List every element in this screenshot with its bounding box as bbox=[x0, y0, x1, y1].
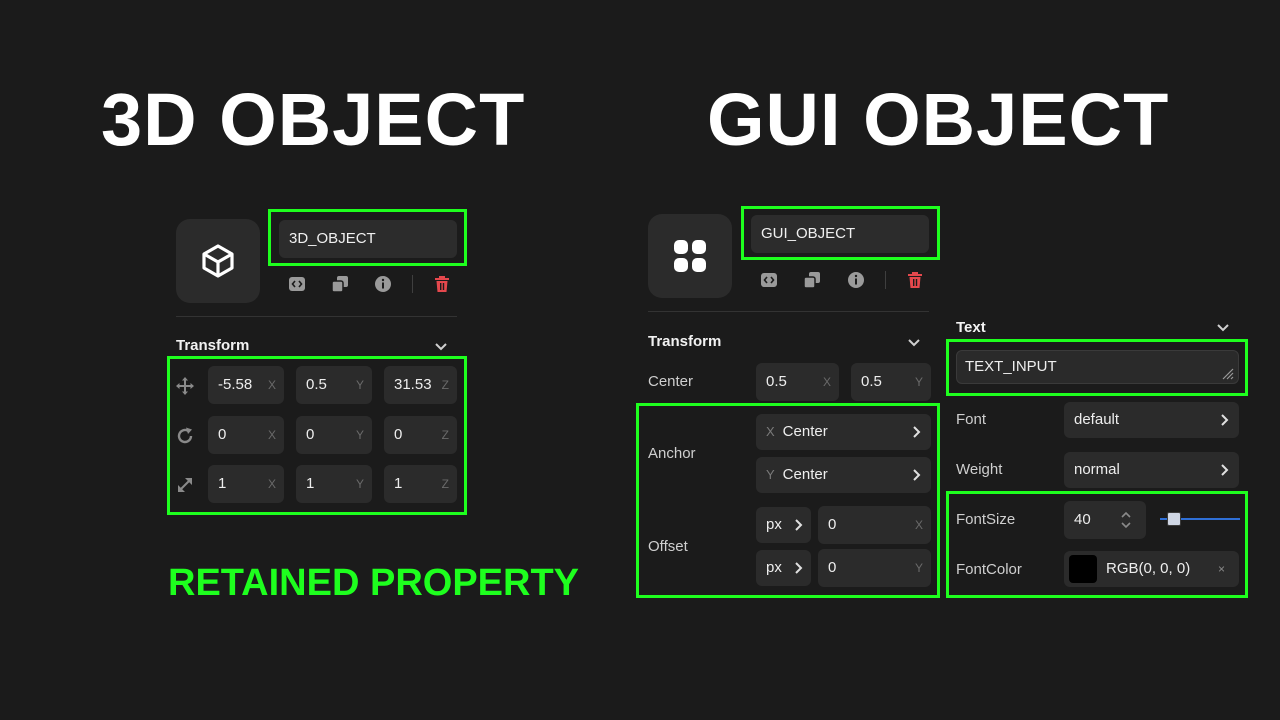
rotation-x-field[interactable]: 0X bbox=[208, 416, 284, 454]
weight-select[interactable]: normal bbox=[1064, 452, 1239, 488]
object-thumbnail bbox=[176, 219, 260, 303]
toolbar-separator bbox=[885, 271, 886, 289]
object-thumbnail bbox=[648, 214, 732, 298]
center-label: Center bbox=[648, 373, 694, 390]
fontcolor-label: FontColor bbox=[956, 561, 1022, 578]
heading-gui-object: GUI OBJECT bbox=[707, 78, 1170, 161]
font-select[interactable]: default bbox=[1064, 402, 1239, 438]
transform-section-title: Transform bbox=[176, 337, 250, 354]
move-icon bbox=[176, 377, 194, 395]
scale-z-field[interactable]: 1Z bbox=[384, 465, 457, 503]
trash-icon[interactable] bbox=[433, 275, 451, 293]
center-y-field[interactable]: 0.5 Y bbox=[851, 363, 931, 401]
cube-icon bbox=[202, 244, 234, 278]
trash-icon[interactable] bbox=[906, 271, 924, 289]
text-section-title: Text bbox=[956, 319, 986, 336]
color-swatch[interactable] bbox=[1069, 555, 1097, 583]
chevron-right-icon bbox=[913, 426, 921, 438]
code-icon[interactable] bbox=[288, 275, 306, 293]
offset-label: Offset bbox=[648, 538, 688, 555]
scale-x-field[interactable]: 1X bbox=[208, 465, 284, 503]
chevron-down-icon[interactable] bbox=[906, 334, 922, 350]
center-x-field[interactable]: 0.5 X bbox=[756, 363, 839, 401]
position-y-field[interactable]: 0.5 Y bbox=[296, 366, 372, 404]
grid-icon bbox=[674, 240, 706, 272]
chevron-down-icon[interactable] bbox=[433, 338, 449, 354]
fontsize-label: FontSize bbox=[956, 511, 1016, 528]
stepper-arrows-icon[interactable] bbox=[1120, 510, 1132, 530]
code-icon[interactable] bbox=[760, 271, 778, 289]
scale-icon bbox=[178, 478, 192, 492]
clear-icon[interactable]: × bbox=[1218, 551, 1225, 587]
anchor-label: Anchor bbox=[648, 445, 696, 462]
text-input[interactable]: TEXT_INPUT bbox=[956, 350, 1239, 384]
fontsize-slider-thumb[interactable] bbox=[1166, 512, 1181, 526]
divider bbox=[176, 316, 457, 317]
info-icon[interactable] bbox=[847, 271, 865, 289]
chevron-right-icon bbox=[795, 519, 803, 531]
anchor-x-select[interactable]: X Center bbox=[756, 414, 931, 450]
rotate-icon bbox=[177, 427, 193, 444]
font-label: Font bbox=[956, 411, 987, 428]
rotation-y-field[interactable]: 0Y bbox=[296, 416, 372, 454]
duplicate-icon[interactable] bbox=[331, 275, 349, 293]
rotation-z-field[interactable]: 0Z bbox=[384, 416, 457, 454]
offset-y-unit-select[interactable]: px bbox=[756, 550, 811, 586]
offset-y-field[interactable]: 0Y bbox=[818, 549, 931, 587]
object-name-input[interactable]: 3D_OBJECT bbox=[279, 220, 457, 258]
toolbar-separator bbox=[412, 275, 413, 293]
chevron-right-icon bbox=[1221, 464, 1229, 476]
offset-x-field[interactable]: 0X bbox=[818, 506, 931, 544]
fontsize-stepper[interactable]: 40 bbox=[1064, 501, 1146, 539]
heading-3d-object: 3D OBJECT bbox=[101, 78, 526, 161]
scale-y-field[interactable]: 1Y bbox=[296, 465, 372, 503]
weight-label: Weight bbox=[956, 461, 1003, 478]
duplicate-icon[interactable] bbox=[803, 271, 821, 289]
anchor-y-select[interactable]: Y Center bbox=[756, 457, 931, 493]
info-icon[interactable] bbox=[374, 275, 392, 293]
position-z-field[interactable]: 31.53 Z bbox=[384, 366, 457, 404]
resize-handle-icon[interactable] bbox=[1220, 366, 1234, 380]
object-name-input[interactable]: GUI_OBJECT bbox=[751, 215, 929, 253]
chevron-right-icon bbox=[913, 469, 921, 481]
divider bbox=[648, 311, 929, 312]
offset-x-unit-select[interactable]: px bbox=[756, 507, 811, 543]
chevron-right-icon bbox=[795, 562, 803, 574]
retained-property-caption: RETAINED PROPERTY bbox=[168, 562, 580, 604]
chevron-right-icon bbox=[1221, 414, 1229, 426]
position-x-field[interactable]: -5.58 X bbox=[208, 366, 284, 404]
transform-section-title: Transform bbox=[648, 333, 722, 350]
chevron-down-icon[interactable] bbox=[1215, 319, 1231, 335]
